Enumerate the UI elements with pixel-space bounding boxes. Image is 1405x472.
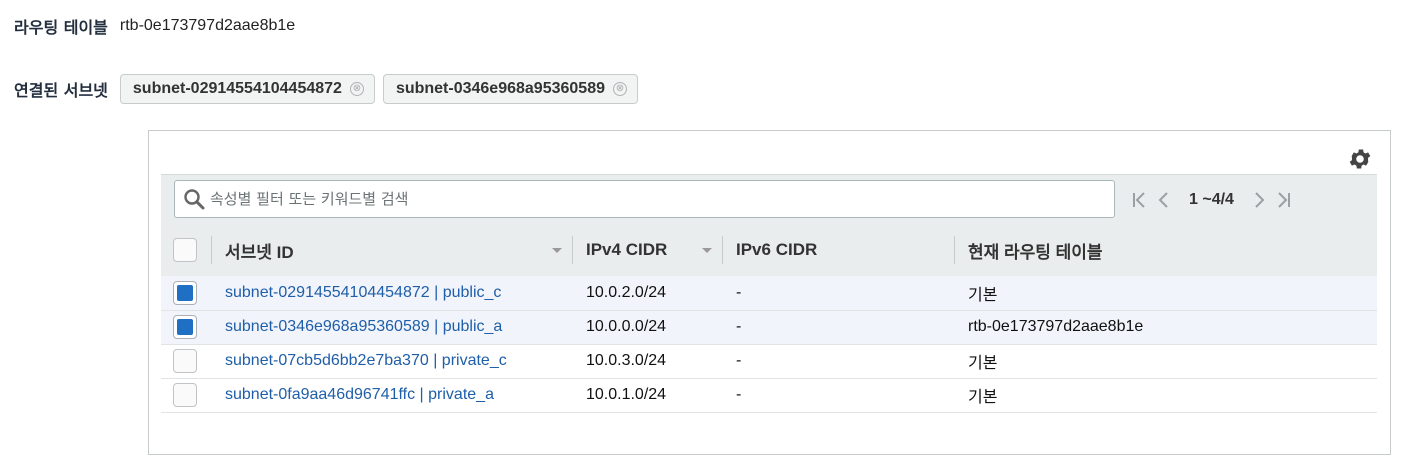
search-icon (184, 189, 205, 210)
route-table-cell: rtb-0e173797d2aae8b1e (968, 318, 1144, 335)
column-divider (722, 236, 723, 264)
sort-caret-icon[interactable] (702, 248, 712, 253)
ipv6-cell: - (736, 283, 742, 301)
subnet-link[interactable]: subnet-02914554104454872 | public_c (225, 284, 501, 301)
column-header-label: IPv6 CIDR (736, 240, 818, 259)
subnet-id-cell: subnet-02914554104454872 | public_c (211, 276, 572, 310)
select-all-checkbox[interactable] (173, 238, 197, 262)
column-header-label: 서브넷 ID (225, 242, 294, 262)
search-input[interactable] (210, 183, 1114, 215)
route-table-field: 라우팅 테이블 rtb-0e173797d2aae8b1e (14, 12, 295, 40)
search-box[interactable] (174, 180, 1115, 218)
subnet-link[interactable]: subnet-0fa9aa46d96741ffc | private_a (225, 386, 494, 403)
pagination-text: 1 ~4/4 (1189, 191, 1234, 208)
associated-subnets-label: 연결된 서브넷 (14, 81, 108, 100)
subnet-table-panel: 1 ~4/4 서브넷 ID (148, 130, 1391, 455)
first-page-icon[interactable] (1127, 188, 1151, 212)
column-header-ipv4[interactable]: IPv4 CIDR (572, 224, 722, 276)
column-header-route-table[interactable]: 현재 라우팅 테이블 (954, 224, 1377, 276)
route-table-value: rtb-0e173797d2aae8b1e (119, 17, 296, 34)
row-select-cell (161, 310, 211, 344)
table-row[interactable]: subnet-02914554104454872 | public_c 10.0… (161, 276, 1377, 310)
subnet-link[interactable]: subnet-0346e968a95360589 | public_a (225, 318, 502, 335)
ipv4-cell: 10.0.3.0/24 (586, 352, 667, 369)
remove-token-icon[interactable]: ⊗ (349, 82, 364, 96)
next-page-icon[interactable] (1248, 188, 1272, 212)
subnet-link[interactable]: subnet-07cb5d6bb2e7ba370 | private_c (225, 352, 507, 369)
column-header-ipv6[interactable]: IPv6 CIDR (722, 224, 954, 276)
route-table-cell: 기본 (968, 355, 998, 372)
subnet-id-cell: subnet-07cb5d6bb2e7ba370 | private_c (211, 344, 572, 378)
row-checkbox[interactable] (173, 383, 197, 407)
table-row[interactable]: subnet-0fa9aa46d96741ffc | private_a 10.… (161, 378, 1377, 412)
route-table-cell: 기본 (968, 389, 998, 406)
column-header-label: 현재 라우팅 테이블 (968, 242, 1103, 262)
ipv4-cell: 10.0.2.0/24 (586, 283, 667, 301)
ipv4-cell: 10.0.0.0/24 (586, 318, 667, 335)
ipv6-cell: - (736, 352, 742, 369)
sort-caret-icon[interactable] (552, 248, 562, 253)
subnet-id-cell: subnet-0346e968a95360589 | public_a (211, 310, 572, 344)
ipv6-cell: - (736, 318, 742, 335)
column-divider (211, 236, 212, 264)
prev-page-icon[interactable] (1151, 188, 1175, 212)
column-divider (572, 236, 573, 264)
associated-subnets-field: 연결된 서브넷 subnet-02914554104454872 ⊗ subne… (14, 73, 646, 105)
last-page-icon[interactable] (1272, 188, 1296, 212)
table-row[interactable]: subnet-0346e968a95360589 | public_a 10.0… (161, 310, 1377, 344)
ipv6-cell: - (736, 386, 742, 403)
subnet-token-list: subnet-02914554104454872 ⊗ subnet-0346e9… (119, 74, 646, 104)
subnet-token: subnet-0346e968a95360589 ⊗ (382, 74, 638, 104)
column-header-subnet-id[interactable]: 서브넷 ID (211, 224, 572, 276)
column-header-label: IPv4 CIDR (586, 240, 668, 259)
table-header-row: 서브넷 ID IPv4 CIDR IPv6 CIDR 현재 라우팅 테이블 (161, 224, 1377, 276)
row-select-cell (161, 344, 211, 378)
subnet-token: subnet-02914554104454872 ⊗ (119, 74, 375, 104)
table-toolbar: 1 ~4/4 (161, 174, 1377, 224)
row-checkbox[interactable] (173, 280, 197, 305)
route-table-label: 라우팅 테이블 (14, 18, 108, 37)
subnet-id-cell: subnet-0fa9aa46d96741ffc | private_a (211, 378, 572, 412)
row-checkbox[interactable] (173, 315, 197, 339)
gear-icon[interactable] (1347, 146, 1373, 172)
subnet-token-label: subnet-0346e968a95360589 (395, 80, 605, 97)
row-select-cell (161, 378, 211, 412)
pagination: 1 ~4/4 (1127, 188, 1296, 212)
route-table-cell: 기본 (968, 286, 998, 304)
subnet-table: 서브넷 ID IPv4 CIDR IPv6 CIDR 현재 라우팅 테이블 su… (161, 224, 1377, 413)
checkbox-checked-mark (177, 284, 193, 301)
table-row[interactable]: subnet-07cb5d6bb2e7ba370 | private_c 10.… (161, 344, 1377, 378)
ipv4-cell: 10.0.1.0/24 (586, 386, 667, 403)
checkbox-checked-mark (177, 319, 193, 335)
remove-token-icon[interactable]: ⊗ (612, 82, 627, 96)
row-select-cell (161, 276, 211, 310)
select-all-cell (161, 224, 211, 276)
row-checkbox[interactable] (173, 349, 197, 373)
column-divider (954, 236, 955, 264)
subnet-token-label: subnet-02914554104454872 (132, 80, 342, 97)
